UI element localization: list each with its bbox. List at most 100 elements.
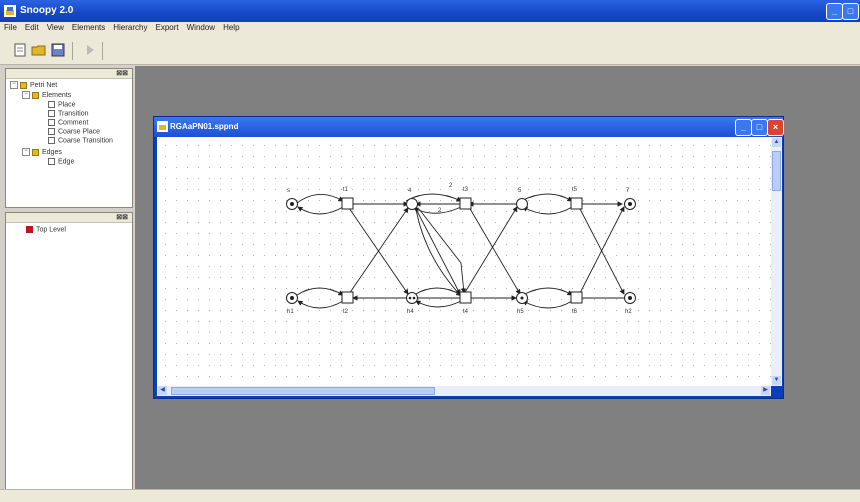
tree-item-place[interactable]: Place [48,101,76,108]
menu-bar: File Edit View Elements Hierarchy Export Windo… [0,22,860,36]
run-icon[interactable] [82,42,98,58]
document-icon [48,119,55,126]
doc-minimize-button[interactable]: _ [735,119,752,136]
document-icon [48,158,55,165]
app-logo-icon [4,5,16,17]
transition-t3 [459,197,472,210]
arc [522,287,573,296]
hierarchy-panel: ⊠⊠ Top Level [5,212,133,490]
app-title: Snoopy 2.0 [20,5,74,16]
transition-t5 [570,197,583,210]
transition-label: t6 [572,309,578,315]
transition-t6 [570,291,583,304]
net-elements-panel: ⊠⊠ − Petri Net − Elements Place Transition… [5,68,133,208]
arc [522,300,573,309]
petri-net-canvas[interactable]: s 4 5 7 h1 h4 h5 h2 t1 t3 t5 t2 t4 t6 2 … [157,137,771,386]
petri-net-drawing: s 4 5 7 h1 h4 h5 h2 t1 t3 t5 t2 t4 t6 2 … [286,183,636,315]
menu-hierarchy[interactable]: Hierarchy [109,22,151,33]
collapse-icon[interactable]: − [22,91,30,99]
place-h4 [406,292,418,304]
arc [520,193,573,202]
menu-elements[interactable]: Elements [68,22,109,33]
status-bar [0,489,860,502]
tree-item-elements[interactable]: − Elements [22,91,71,99]
token [408,296,412,300]
doc-maximize-button[interactable]: □ [751,119,768,136]
transition-label: t3 [463,187,469,193]
app-title-bar: Snoopy 2.0 _ □ [0,0,860,22]
arcs [296,193,625,309]
menu-view[interactable]: View [43,22,68,33]
horizontal-scroll-thumb[interactable] [171,387,435,395]
folder-icon [20,81,27,89]
document-icon [157,121,168,132]
token [290,202,294,206]
transition-label: t2 [343,309,349,315]
arc [296,194,344,204]
menu-file[interactable]: File [0,22,21,33]
minimize-button[interactable]: _ [826,3,843,20]
toolbar [0,36,860,65]
toolbar-separator [102,42,103,60]
place-label: s [287,188,290,194]
place-label: h1 [287,309,294,315]
vertical-scroll-thumb[interactable] [772,151,781,191]
tokens [290,202,632,300]
arc [414,206,461,295]
panel-buttons[interactable]: ⊠⊠ [116,69,128,77]
scroll-left-arrow-icon[interactable]: ◀ [158,386,167,395]
arc [297,300,344,309]
maximize-button[interactable]: □ [842,3,859,20]
menu-help[interactable]: Help [219,22,243,33]
menu-window[interactable]: Window [183,22,219,33]
save-icon[interactable] [50,42,66,58]
doc-close-button[interactable]: × [767,119,784,136]
collapse-icon[interactable]: − [22,148,30,156]
level-icon [26,226,33,233]
transition-t1 [341,197,354,210]
scroll-right-arrow-icon[interactable]: ▶ [761,386,770,395]
new-icon[interactable] [12,42,28,58]
place-label: 5 [518,188,522,194]
arc-weight-label: 2 [449,183,453,189]
open-icon[interactable] [31,42,47,58]
tree-item-root[interactable]: − Petri Net [10,81,57,89]
arc [413,287,462,296]
token [290,296,294,300]
arc [297,206,344,215]
folder-icon [32,148,39,156]
document-title-bar[interactable]: RGAaPN01.sppnd _ □ × [154,117,784,137]
panel-header: ⊠⊠ [6,69,132,79]
arc [415,300,462,308]
place-label: h5 [517,309,524,315]
tree-item-coarse-transition[interactable]: Coarse Transition [48,137,113,144]
place-4 [406,198,418,210]
tree-item-transition[interactable]: Transition [48,110,88,117]
tree-item-comment[interactable]: Comment [48,119,88,126]
transition-label: t1 [343,187,349,193]
token [412,296,416,300]
scroll-up-arrow-icon[interactable]: ▲ [772,138,781,147]
collapse-icon[interactable]: − [10,81,18,89]
place-label: 4 [408,188,412,194]
place-5 [516,198,528,210]
arc [463,206,518,295]
arc [418,208,467,294]
tree-item-coarse-place[interactable]: Coarse Place [48,128,100,135]
folder-icon [32,91,39,99]
menu-edit[interactable]: Edit [21,22,43,33]
document-icon [48,128,55,135]
scroll-down-arrow-icon[interactable]: ▼ [772,376,781,385]
horizontal-scrollbar[interactable]: ◀ ▶ [157,386,771,396]
tree-item-top-level[interactable]: Top Level [26,226,66,233]
document-icon [48,137,55,144]
vertical-scrollbar[interactable]: ▲ ▼ [771,137,782,386]
menu-export[interactable]: Export [151,22,182,33]
panel-buttons[interactable]: ⊠⊠ [116,213,128,221]
tree-item-edges[interactable]: − Edges [22,148,62,156]
transition-label: t4 [463,309,469,315]
panel-header: ⊠⊠ [6,213,132,223]
toolbar-separator [72,42,73,60]
document-window: RGAaPN01.sppnd _ □ × s 4 5 7 h1 h4 h5 h2… [153,116,784,399]
tree-item-edge[interactable]: Edge [48,158,74,165]
